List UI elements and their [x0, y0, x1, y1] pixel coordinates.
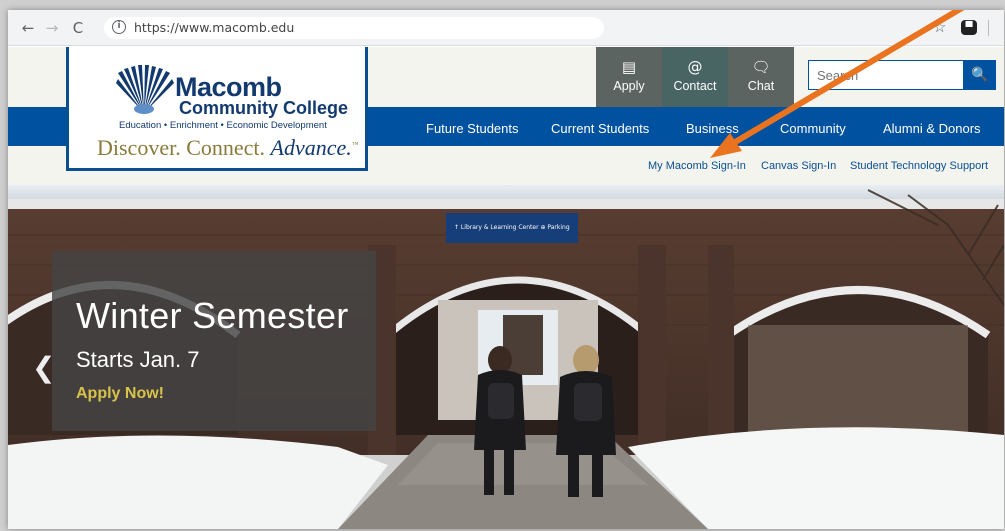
student-tech-support-link[interactable]: Student Technology Support [850, 160, 988, 172]
nav-community[interactable]: Community [780, 121, 846, 136]
hero-subtitle: Starts Jan. 7 [76, 347, 200, 372]
search-input[interactable] [808, 60, 964, 90]
hero-title: Winter Semester [76, 295, 349, 336]
browser-toolbar: ← → C i https://www.macomb.edu ☆ ▀ [8, 10, 1004, 46]
chat-button[interactable]: 🗨 Chat [728, 47, 794, 107]
address-url[interactable]: https://www.macomb.edu [134, 20, 294, 35]
back-icon[interactable]: ← [18, 18, 38, 38]
apply-now-link[interactable]: Apply Now! [76, 385, 164, 403]
logo-subname: Community College [179, 98, 349, 118]
info-icon[interactable]: i [112, 20, 126, 34]
chat-label: Chat [747, 79, 775, 93]
at-sign-icon: @ [687, 58, 703, 76]
shell-logo-icon [116, 65, 174, 114]
logo-name: Macomb [175, 72, 282, 102]
logo-tagline: Education • Enrichment • Economic Develo… [119, 120, 327, 131]
forward-icon[interactable]: → [42, 18, 62, 38]
motto-main: Discover. Connect. [97, 135, 271, 160]
chat-bubble-icon: 🗨 [751, 58, 771, 76]
canvas-signin-link[interactable]: Canvas Sign-In [761, 160, 836, 172]
search-icon: 🔍 [971, 67, 989, 83]
nav-future-students[interactable]: Future Students [426, 121, 519, 136]
nav-alumni-donors[interactable]: Alumni & Donors [883, 121, 981, 136]
browser-window: ← → C i https://www.macomb.edu ☆ ▀ Macom… [8, 10, 1004, 529]
my-macomb-signin-link[interactable]: My Macomb Sign-In [648, 160, 746, 172]
hero-caption-panel: Winter Semester Starts Jan. 7 Apply Now! [52, 251, 376, 431]
toolbar-divider [988, 20, 989, 36]
carousel-prev-icon[interactable]: ❮ [32, 351, 55, 384]
trademark-mark: ™ [351, 140, 359, 149]
search-button[interactable]: 🔍 [964, 60, 996, 90]
nav-business[interactable]: Business [686, 121, 739, 136]
reload-icon[interactable]: C [68, 18, 88, 38]
logo-motto: Discover. Connect. Advance.™ [97, 135, 359, 161]
contact-button[interactable]: @ Contact [662, 47, 728, 107]
apply-button[interactable]: ▤ Apply [596, 47, 662, 107]
motto-em: Advance. [270, 135, 352, 160]
apply-form-icon: ▤ [621, 58, 637, 76]
address-bar[interactable]: i https://www.macomb.edu [104, 17, 604, 39]
nav-current-students[interactable]: Current Students [551, 121, 649, 136]
contact-label: Contact [673, 79, 717, 93]
bookmark-star-icon[interactable]: ☆ [933, 18, 946, 36]
college-logo[interactable]: Macomb Community College Education • Enr… [66, 47, 368, 171]
library-sign-text: ↑ Library & Learning Center ⊕ Parking [454, 224, 570, 231]
hero-banner[interactable]: ↑ Library & Learning Center ⊕ Parking Wi… [8, 185, 1004, 529]
extension-icon[interactable]: ▀ [961, 20, 977, 35]
apply-label: Apply [613, 79, 645, 93]
